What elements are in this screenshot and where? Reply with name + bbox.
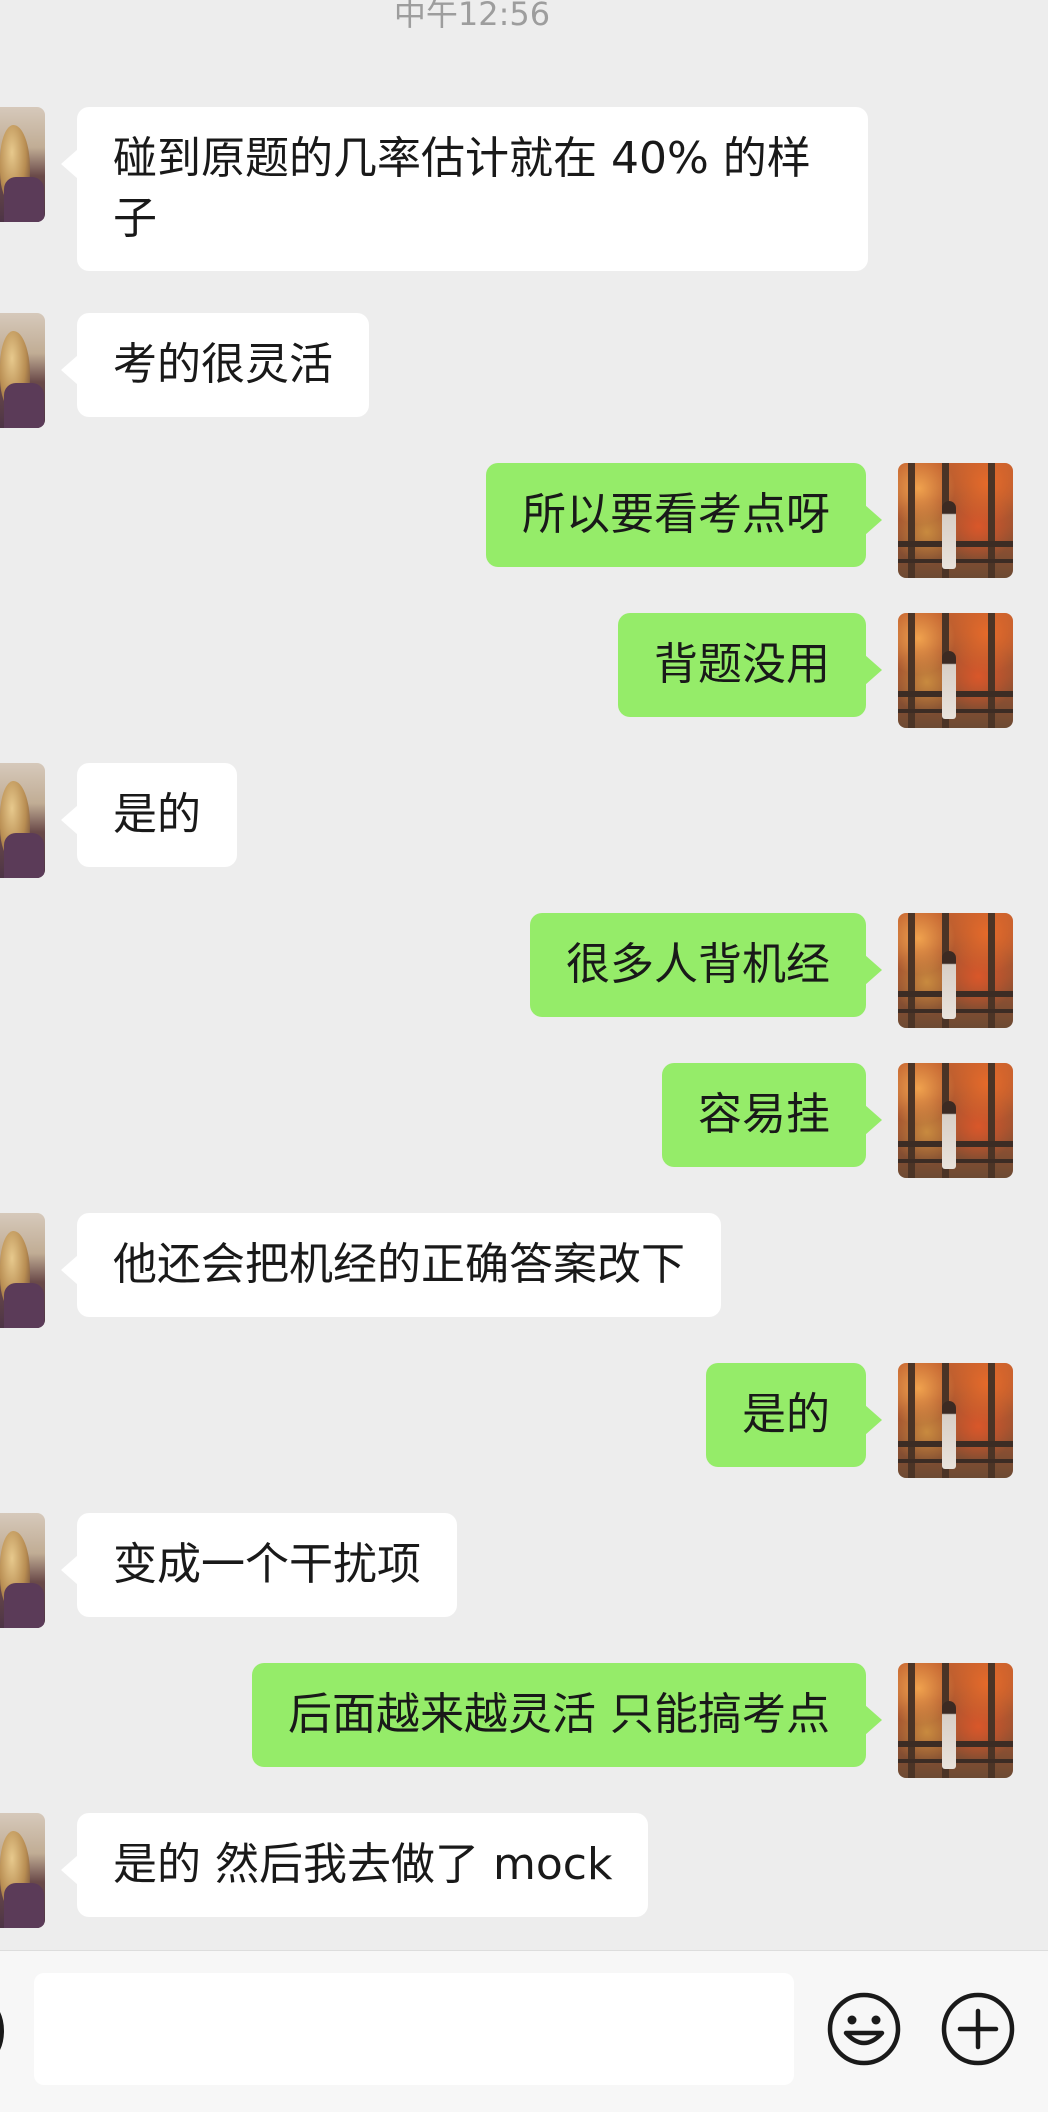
input-bar <box>0 1950 1048 2112</box>
voice-icon[interactable] <box>0 2003 4 2059</box>
plus-icon[interactable] <box>940 1991 1016 2067</box>
message-bubble-outgoing[interactable]: 所以要看考点呀 <box>486 463 882 567</box>
message-bubble-incoming[interactable]: 他还会把机经的正确答案改下 <box>61 1213 721 1317</box>
my-avatar[interactable] <box>898 463 1013 578</box>
message-bubble-incoming[interactable]: 变成一个干扰项 <box>61 1513 457 1617</box>
message-bubble-incoming[interactable]: 考的很灵活 <box>61 313 369 417</box>
chat-area[interactable]: 中午12:56 碰到原题的几率估计就在 40% 的样子 考的很灵活 所以要看考点… <box>0 0 1048 1950</box>
message-bubble-outgoing[interactable]: 是的 <box>706 1363 882 1467</box>
message-timestamp: 中午12:56 <box>393 0 551 33</box>
contact-avatar[interactable] <box>0 1813 45 1928</box>
message-bubble-incoming[interactable]: 是的 <box>61 763 237 867</box>
emoji-icon[interactable] <box>826 1991 902 2067</box>
contact-avatar[interactable] <box>0 313 45 428</box>
message-bubble-incoming[interactable]: 碰到原题的几率估计就在 40% 的样子 <box>61 107 868 271</box>
contact-avatar[interactable] <box>0 1213 45 1328</box>
my-avatar[interactable] <box>898 913 1013 1028</box>
my-avatar[interactable] <box>898 1063 1013 1178</box>
message-bubble-outgoing[interactable]: 后面越来越灵活 只能搞考点 <box>252 1663 882 1767</box>
message-bubble-outgoing[interactable]: 背题没用 <box>618 613 882 717</box>
message-input[interactable] <box>34 1973 794 2085</box>
message-bubble-outgoing[interactable]: 很多人背机经 <box>530 913 882 1017</box>
my-avatar[interactable] <box>898 1663 1013 1778</box>
contact-avatar[interactable] <box>0 1513 45 1628</box>
message-bubble-outgoing[interactable]: 容易挂 <box>662 1063 882 1167</box>
message-bubble-incoming[interactable]: 是的 然后我去做了 mock <box>60 1813 649 1917</box>
my-avatar[interactable] <box>898 1363 1013 1478</box>
contact-avatar[interactable] <box>0 107 45 222</box>
my-avatar[interactable] <box>898 613 1013 728</box>
contact-avatar[interactable] <box>0 763 45 878</box>
